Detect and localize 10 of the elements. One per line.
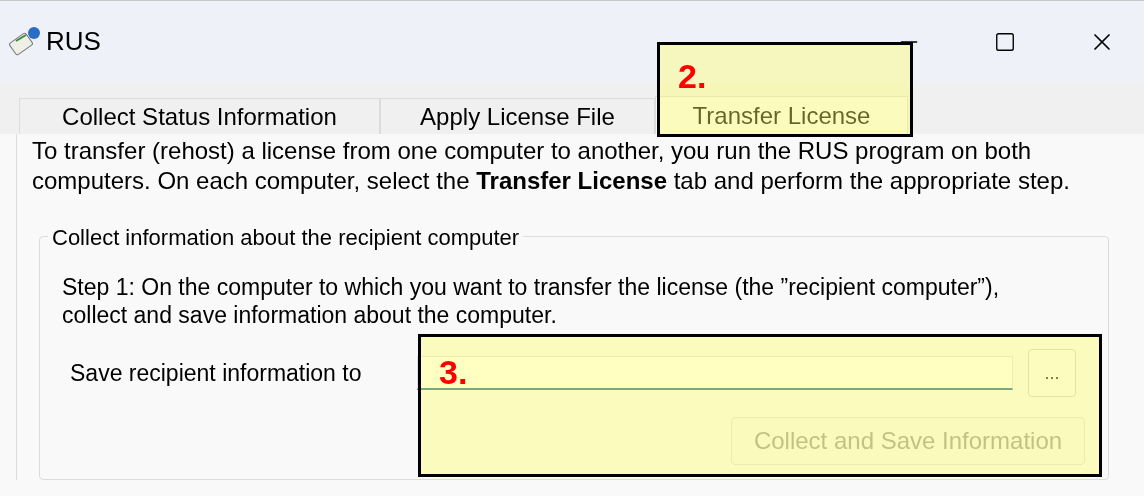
window-title: RUS xyxy=(46,25,101,58)
step-text: Step 1: On the computer to which you want to transfer the license (the ”recipient computer”), collect and save information about the computer. xyxy=(62,273,1001,329)
intro-text: To transfer (rehost) a license from one computer to another, you run the RUS program on both computers. On each computer, select the Transfer License tab and perform the appropriate step. xyxy=(32,136,1071,196)
tab[interactable]: Transfer License xyxy=(655,96,908,134)
tab[interactable]: Apply License File xyxy=(380,98,655,134)
browse-button[interactable]: ... xyxy=(1028,349,1076,397)
tab[interactable]: Collect Status Information xyxy=(19,98,380,134)
field-label: Save recipient information to xyxy=(70,358,363,388)
callout-number: 2. xyxy=(678,57,707,95)
callout-number: 3. xyxy=(439,353,468,391)
